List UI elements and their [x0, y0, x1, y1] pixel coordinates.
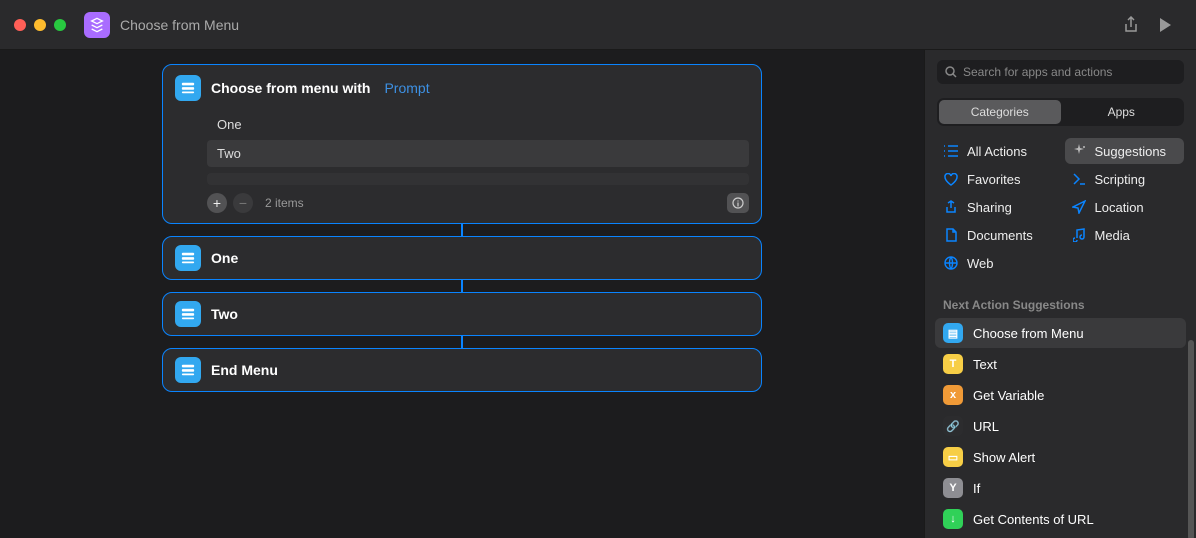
category-all-actions[interactable]: All Actions — [937, 138, 1057, 164]
branch-label: Two — [211, 306, 238, 322]
list-icon — [943, 143, 959, 159]
suggestion-icon: T — [943, 354, 963, 374]
category-sharing[interactable]: Sharing — [937, 194, 1057, 220]
apps-tab[interactable]: Apps — [1061, 100, 1183, 124]
suggestion-icon: 🔗 — [943, 416, 963, 436]
music-icon — [1071, 227, 1087, 243]
suggestion-url[interactable]: 🔗 URL — [935, 411, 1186, 441]
shortcut-app-icon — [84, 12, 110, 38]
shortcut-title: Choose from Menu — [120, 17, 239, 33]
editor-canvas[interactable]: Choose from menu with Prompt One Two + −… — [0, 50, 924, 538]
suggestion-choose-from-menu[interactable]: ▤ Choose from Menu — [935, 318, 1186, 348]
add-item-button[interactable]: + — [207, 193, 227, 213]
share-button[interactable] — [1114, 10, 1148, 40]
run-button[interactable] — [1148, 10, 1182, 40]
suggestion-text[interactable]: T Text — [935, 349, 1186, 379]
menu-action-icon — [175, 245, 201, 271]
menu-item-row[interactable]: One — [207, 111, 749, 138]
doc-icon — [943, 227, 959, 243]
suggestion-icon: ▤ — [943, 323, 963, 343]
category-label: All Actions — [967, 144, 1027, 159]
suggestion-label: Text — [973, 357, 997, 372]
suggestion-label: Choose from Menu — [973, 326, 1084, 341]
suggestions-header: Next Action Suggestions — [925, 288, 1196, 318]
menu-items-list: One Two — [207, 111, 749, 167]
category-label: Media — [1095, 228, 1130, 243]
library-mode-segment: Categories Apps — [937, 98, 1184, 126]
category-documents[interactable]: Documents — [937, 222, 1057, 248]
suggestion-label: If — [973, 481, 980, 496]
flow-connector — [461, 280, 463, 292]
end-menu-block[interactable]: End Menu — [162, 348, 762, 392]
search-input[interactable] — [963, 65, 1176, 79]
suggestion-label: Show Alert — [973, 450, 1035, 465]
action-info-button[interactable] — [727, 193, 749, 213]
menu-item-row[interactable]: Two — [207, 140, 749, 167]
action-title: Choose from menu with — [211, 80, 370, 96]
categories-tab[interactable]: Categories — [939, 100, 1061, 124]
menu-branch-one[interactable]: One — [162, 236, 762, 280]
suggestion-label: URL — [973, 419, 999, 434]
search-icon — [945, 66, 957, 78]
close-window-button[interactable] — [14, 19, 26, 31]
suggestion-label: Get Contents of URL — [973, 512, 1094, 527]
category-label: Location — [1095, 200, 1144, 215]
suggestion-icon: Y — [943, 478, 963, 498]
category-favorites[interactable]: Favorites — [937, 166, 1057, 192]
suggestion-get-variable[interactable]: x Get Variable — [935, 380, 1186, 410]
share-icon — [943, 199, 959, 215]
zoom-window-button[interactable] — [54, 19, 66, 31]
category-label: Web — [967, 256, 994, 271]
minimize-window-button[interactable] — [34, 19, 46, 31]
sparkle-icon — [1071, 143, 1087, 159]
script-icon — [1071, 171, 1087, 187]
window-controls — [14, 19, 66, 31]
location-icon — [1071, 199, 1087, 215]
menu-action-icon — [175, 301, 201, 327]
category-grid: All Actions Suggestions Favorites Scripting… — [925, 138, 1196, 288]
flow-connector — [461, 224, 463, 236]
suggestions-list: ▤ Choose from Menu T Textx Get Variable 🔗 URL ▭… — [925, 318, 1196, 538]
choose-from-menu-action[interactable]: Choose from menu with Prompt One Two + −… — [162, 64, 762, 224]
suggestion-if[interactable]: Y If — [935, 473, 1186, 503]
category-location[interactable]: Location — [1065, 194, 1185, 220]
suggestion-icon: ↓ — [943, 509, 963, 529]
globe-icon — [943, 255, 959, 271]
suggestion-icon: ▭ — [943, 447, 963, 467]
add-item-placeholder[interactable] — [207, 173, 749, 185]
suggestion-label: Get Variable — [973, 388, 1044, 403]
suggestion-get-contents-of-url[interactable]: ↓ Get Contents of URL — [935, 504, 1186, 534]
category-label: Documents — [967, 228, 1033, 243]
menu-action-icon — [175, 357, 201, 383]
menu-action-icon — [175, 75, 201, 101]
item-count-label: 2 items — [265, 196, 304, 210]
suggestion-icon: x — [943, 385, 963, 405]
flow-connector — [461, 336, 463, 348]
heart-icon — [943, 171, 959, 187]
suggestion-show-alert[interactable]: ▭ Show Alert — [935, 442, 1186, 472]
category-web[interactable]: Web — [937, 250, 1057, 276]
prompt-parameter[interactable]: Prompt — [384, 80, 429, 96]
branch-label: One — [211, 250, 238, 266]
category-label: Suggestions — [1095, 144, 1167, 159]
category-label: Sharing — [967, 200, 1012, 215]
sidebar-scrollbar[interactable] — [1188, 340, 1194, 538]
category-label: Scripting — [1095, 172, 1146, 187]
titlebar: Choose from Menu — [0, 0, 1196, 50]
category-label: Favorites — [967, 172, 1020, 187]
category-scripting[interactable]: Scripting — [1065, 166, 1185, 192]
category-suggestions[interactable]: Suggestions — [1065, 138, 1185, 164]
remove-item-button[interactable]: − — [233, 193, 253, 213]
search-field[interactable] — [937, 60, 1184, 84]
category-media[interactable]: Media — [1065, 222, 1185, 248]
library-sidebar: Categories Apps All Actions Suggestions Fa… — [924, 50, 1196, 538]
menu-branch-two[interactable]: Two — [162, 292, 762, 336]
end-menu-label: End Menu — [211, 362, 278, 378]
